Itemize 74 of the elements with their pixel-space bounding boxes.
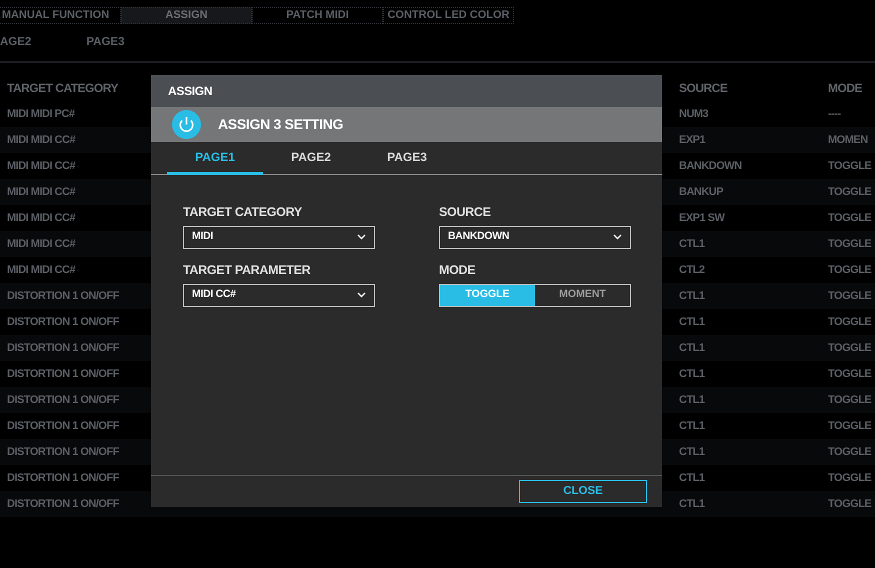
table-cell-text: CTL1 (679, 314, 704, 330)
table-cell-text: DISTORTION 1 ON/OFF (7, 366, 119, 382)
table-cell-text: CTL1 (679, 444, 704, 460)
table-cell-text: CTL1 (679, 496, 704, 512)
table-cell-text: CTL1 (679, 392, 704, 408)
table-cell-text: NUM3 (679, 106, 708, 122)
table-cell-text: MIDI MIDI CC# (7, 262, 76, 278)
table-cell-text: TOGGLE (828, 288, 872, 304)
table-cell-text: ---- (828, 106, 841, 122)
table-cell-text: MIDI MIDI CC# (7, 210, 76, 226)
field-label: TARGET CATEGORY (183, 204, 303, 221)
dropdown[interactable]: MIDI CC# (183, 284, 375, 306)
table-cell-text: DISTORTION 1 ON/OFF (7, 444, 119, 460)
table-cell-text: CTL1 (679, 366, 704, 382)
close-button[interactable]: CLOSE (519, 480, 647, 503)
table-cell-text: TOGGLE (828, 314, 872, 330)
table-cell-text: MIDI MIDI PC# (7, 106, 74, 122)
power-icon (172, 110, 201, 139)
table-cell-text: TOGGLE (828, 184, 872, 200)
table-cell-text: DISTORTION 1 ON/OFF (7, 392, 119, 408)
field-label: MODE (439, 262, 476, 279)
tab[interactable]: CONTROL LED COLOR (383, 7, 514, 24)
field-label: SOURCE (439, 204, 492, 221)
table-cell-text: DISTORTION 1 ON/OFF (7, 418, 119, 434)
dialog-heading: ASSIGN 3 SETTING (218, 115, 344, 134)
dropdown[interactable]: BANKDOWN (439, 226, 631, 249)
page-tab[interactable]: AGE2 (0, 34, 32, 52)
table-cell-text: CTL1 (679, 470, 704, 486)
chevron-icon (613, 234, 622, 240)
table-cell-text: TOGGLE (828, 262, 872, 278)
table-cell-text: EXP1 SW (679, 210, 724, 226)
table-cell-text: MOMEN (828, 132, 868, 148)
table-cell-text: TOGGLE (828, 444, 872, 460)
chevron-icon (357, 292, 366, 298)
column-header: MODE (828, 80, 862, 97)
table-cell-text: TOGGLE (828, 340, 872, 356)
column-header: TARGET CATEGORY (7, 80, 118, 97)
table-cell-text: TOGGLE (828, 210, 872, 226)
table-cell-text: CTL1 (679, 288, 704, 304)
field-label: TARGET PARAMETER (183, 262, 312, 279)
chevron-icon (357, 234, 366, 240)
table-cell-text: TOGGLE (828, 392, 872, 408)
table-cell-text: DISTORTION 1 ON/OFF (7, 470, 119, 486)
tab[interactable]: PAGE2 (263, 142, 359, 175)
table-cell-text: CTL1 (679, 340, 704, 356)
column-header: SOURCE (679, 80, 728, 97)
page-tab[interactable]: PAGE3 (86, 34, 124, 52)
tab[interactable]: ASSIGN (121, 7, 252, 24)
table-cell-text: TOGGLE (828, 418, 872, 434)
table-cell-text: BANKDOWN (679, 158, 742, 174)
table-cell-text: CTL1 (679, 236, 704, 252)
table-cell-text: MIDI MIDI CC# (7, 184, 76, 200)
table-cell-text: TOGGLE (828, 158, 872, 174)
table-cell-text: CTL1 (679, 418, 704, 434)
table-cell-text: TOGGLE (828, 496, 872, 512)
table-cell-text: MIDI MIDI CC# (7, 158, 76, 174)
tab[interactable]: MANUAL FUNCTION (0, 7, 121, 24)
table-cell-text: MIDI MIDI CC# (7, 132, 76, 148)
tab[interactable]: PATCH MIDI (252, 7, 383, 24)
table-cell-text: TOGGLE (828, 366, 872, 382)
dropdown[interactable]: MIDI (183, 226, 375, 249)
table-cell-text: EXP1 (679, 132, 706, 148)
table-cell-text: DISTORTION 1 ON/OFF (7, 496, 119, 512)
table-cell-text: DISTORTION 1 ON/OFF (7, 314, 119, 330)
table-cell-text: MIDI MIDI CC# (7, 236, 76, 252)
tab[interactable]: PAGE1 (167, 142, 263, 175)
table-cell-text: DISTORTION 1 ON/OFF (7, 288, 119, 304)
table-cell-text: DISTORTION 1 ON/OFF (7, 340, 119, 356)
dialog-title: ASSIGN (168, 83, 212, 100)
table-cell-text: BANKUP (679, 184, 724, 200)
table-cell-text: TOGGLE (828, 236, 872, 252)
table-cell-text: TOGGLE (828, 470, 872, 486)
table-cell-text: CTL2 (679, 262, 704, 278)
tab[interactable]: PAGE3 (359, 142, 455, 175)
